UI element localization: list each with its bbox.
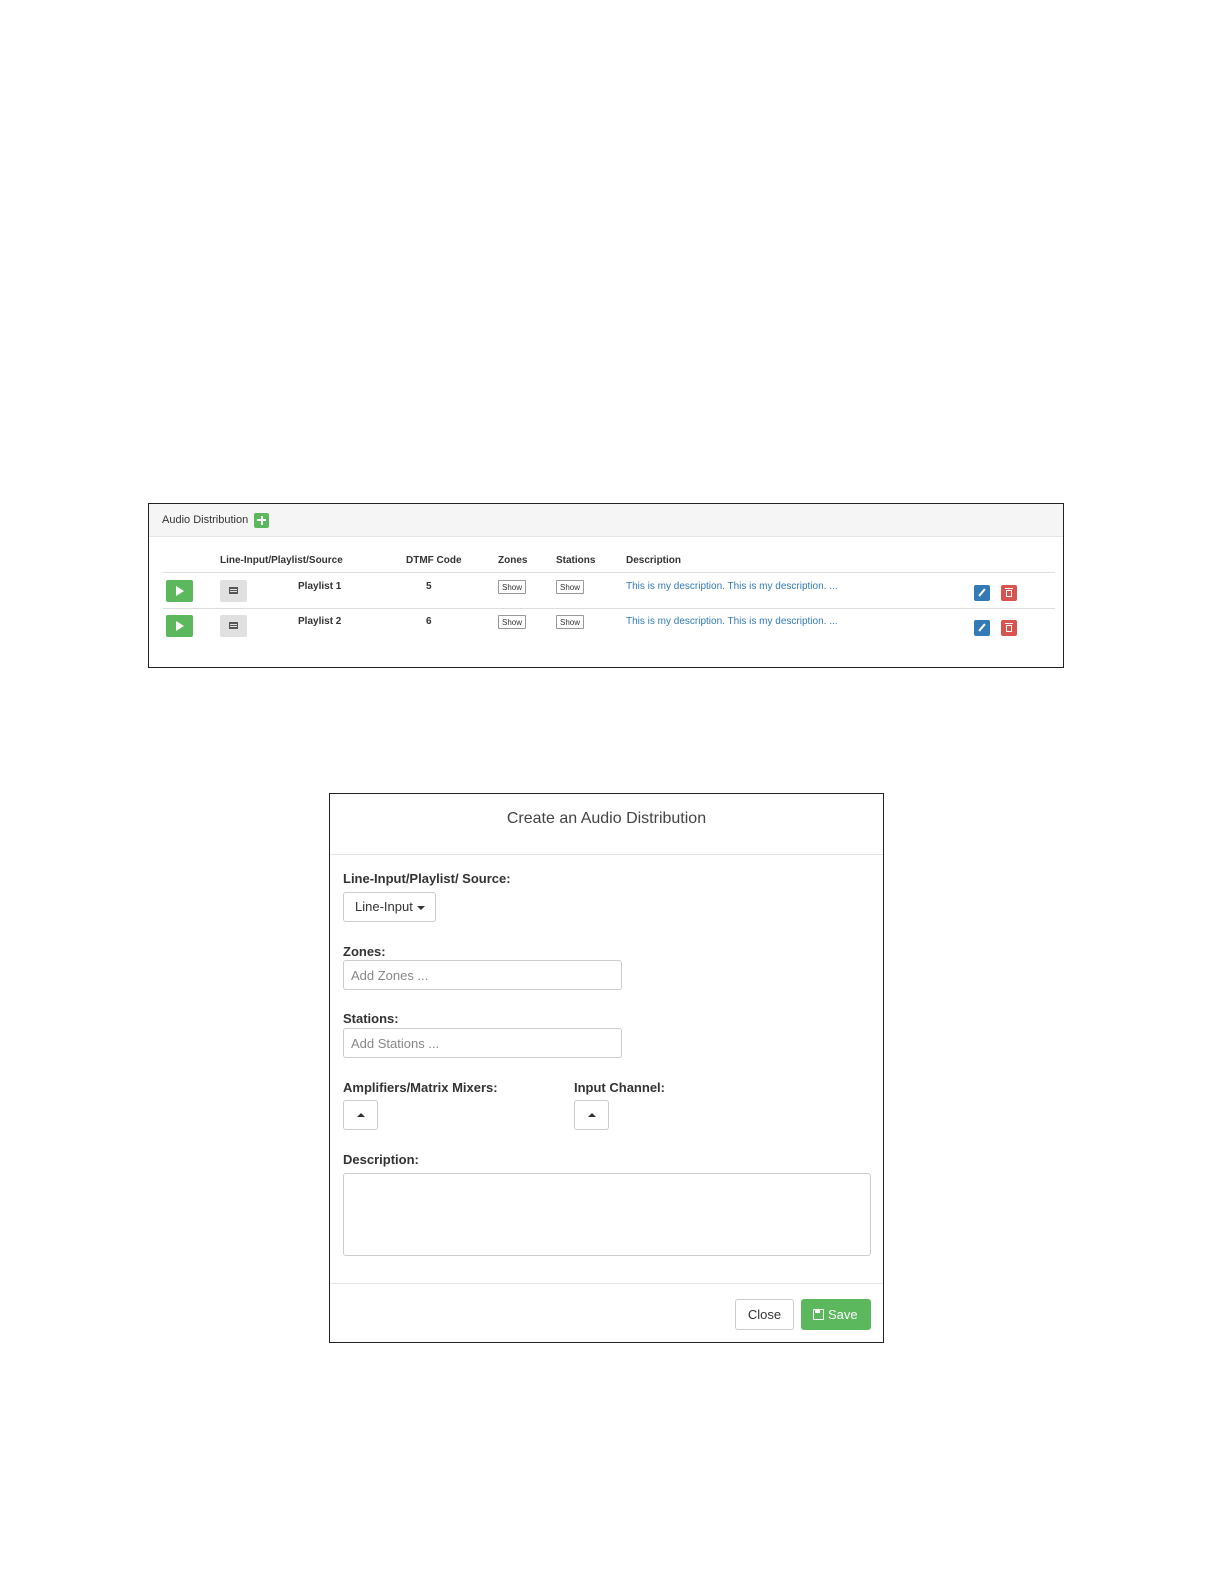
save-button-label: Save — [828, 1307, 858, 1322]
dtmf-code: 6 — [426, 616, 432, 627]
amplifiers-label: Amplifiers/Matrix Mixers: — [343, 1080, 498, 1095]
caret-down-icon — [416, 905, 425, 910]
column-header-zones: Zones — [498, 555, 528, 566]
panel-title: Audio Distribution — [162, 514, 249, 526]
trash-icon — [1006, 625, 1012, 632]
zones-show-button[interactable]: Show — [498, 580, 526, 594]
stations-label: Stations: — [343, 1011, 399, 1026]
create-distribution-modal: Create an Audio Distribution Line-Input/… — [329, 793, 884, 1343]
list-icon — [229, 587, 238, 594]
caret-up-icon — [357, 1113, 365, 1117]
add-distribution-button[interactable] — [254, 512, 270, 528]
caret-up-icon — [588, 1113, 596, 1117]
modal-footer-divider — [330, 1283, 883, 1284]
delete-button[interactable] — [1001, 620, 1017, 636]
column-header-description: Description — [626, 555, 682, 566]
description-link[interactable]: This is my description. This is my descr… — [626, 581, 838, 592]
description-textarea[interactable] — [343, 1173, 871, 1256]
play-icon — [176, 621, 184, 631]
source-label: Line-Input/Playlist/ Source: — [343, 871, 511, 886]
stations-show-button[interactable]: Show — [556, 580, 584, 594]
input-channel-label: Input Channel: — [574, 1080, 665, 1095]
description-link[interactable]: This is my description. This is my descr… — [626, 616, 838, 627]
trash-icon — [1006, 590, 1012, 597]
source-dropdown-value: Line-Input — [355, 899, 413, 914]
play-button[interactable] — [166, 580, 193, 602]
description-label: Description: — [343, 1152, 419, 1167]
table-row: Playlist 2 6 Show Show This is my descri… — [149, 609, 1063, 645]
dtmf-code: 5 — [426, 581, 432, 592]
audio-distribution-panel: Audio Distribution Line-Input/Playlist/S… — [148, 503, 1064, 668]
source-dropdown[interactable]: Line-Input — [343, 892, 436, 922]
source-name: Playlist 1 — [298, 581, 342, 592]
modal-header-divider — [330, 854, 883, 855]
edit-button[interactable] — [974, 620, 990, 636]
zones-label: Zones: — [343, 944, 386, 959]
pencil-icon — [978, 588, 986, 597]
column-header-dtmf: DTMF Code — [406, 555, 462, 566]
list-icon — [229, 622, 238, 629]
floppy-disk-icon — [813, 1309, 824, 1320]
source-name: Playlist 2 — [298, 616, 342, 627]
play-button[interactable] — [166, 615, 193, 637]
column-header-stations: Stations — [556, 555, 596, 566]
amplifiers-dropdown[interactable] — [343, 1100, 378, 1130]
stations-input[interactable] — [343, 1028, 622, 1058]
stations-show-button[interactable]: Show — [556, 615, 584, 629]
modal-title: Create an Audio Distribution — [506, 810, 707, 827]
play-icon — [176, 586, 184, 596]
edit-button[interactable] — [974, 585, 990, 601]
zones-input[interactable] — [343, 960, 622, 990]
playlist-details-button[interactable] — [220, 615, 247, 637]
delete-button[interactable] — [1001, 585, 1017, 601]
input-channel-dropdown[interactable] — [574, 1100, 609, 1130]
pencil-icon — [978, 623, 986, 632]
close-button[interactable]: Close — [735, 1299, 794, 1330]
zones-show-button[interactable]: Show — [498, 615, 526, 629]
column-header-source: Line-Input/Playlist/Source — [220, 555, 343, 566]
save-button[interactable]: Save — [801, 1299, 871, 1330]
panel-header: Audio Distribution — [149, 504, 1063, 537]
table-row: Playlist 1 5 Show Show This is my descri… — [149, 573, 1063, 609]
playlist-details-button[interactable] — [220, 580, 247, 602]
